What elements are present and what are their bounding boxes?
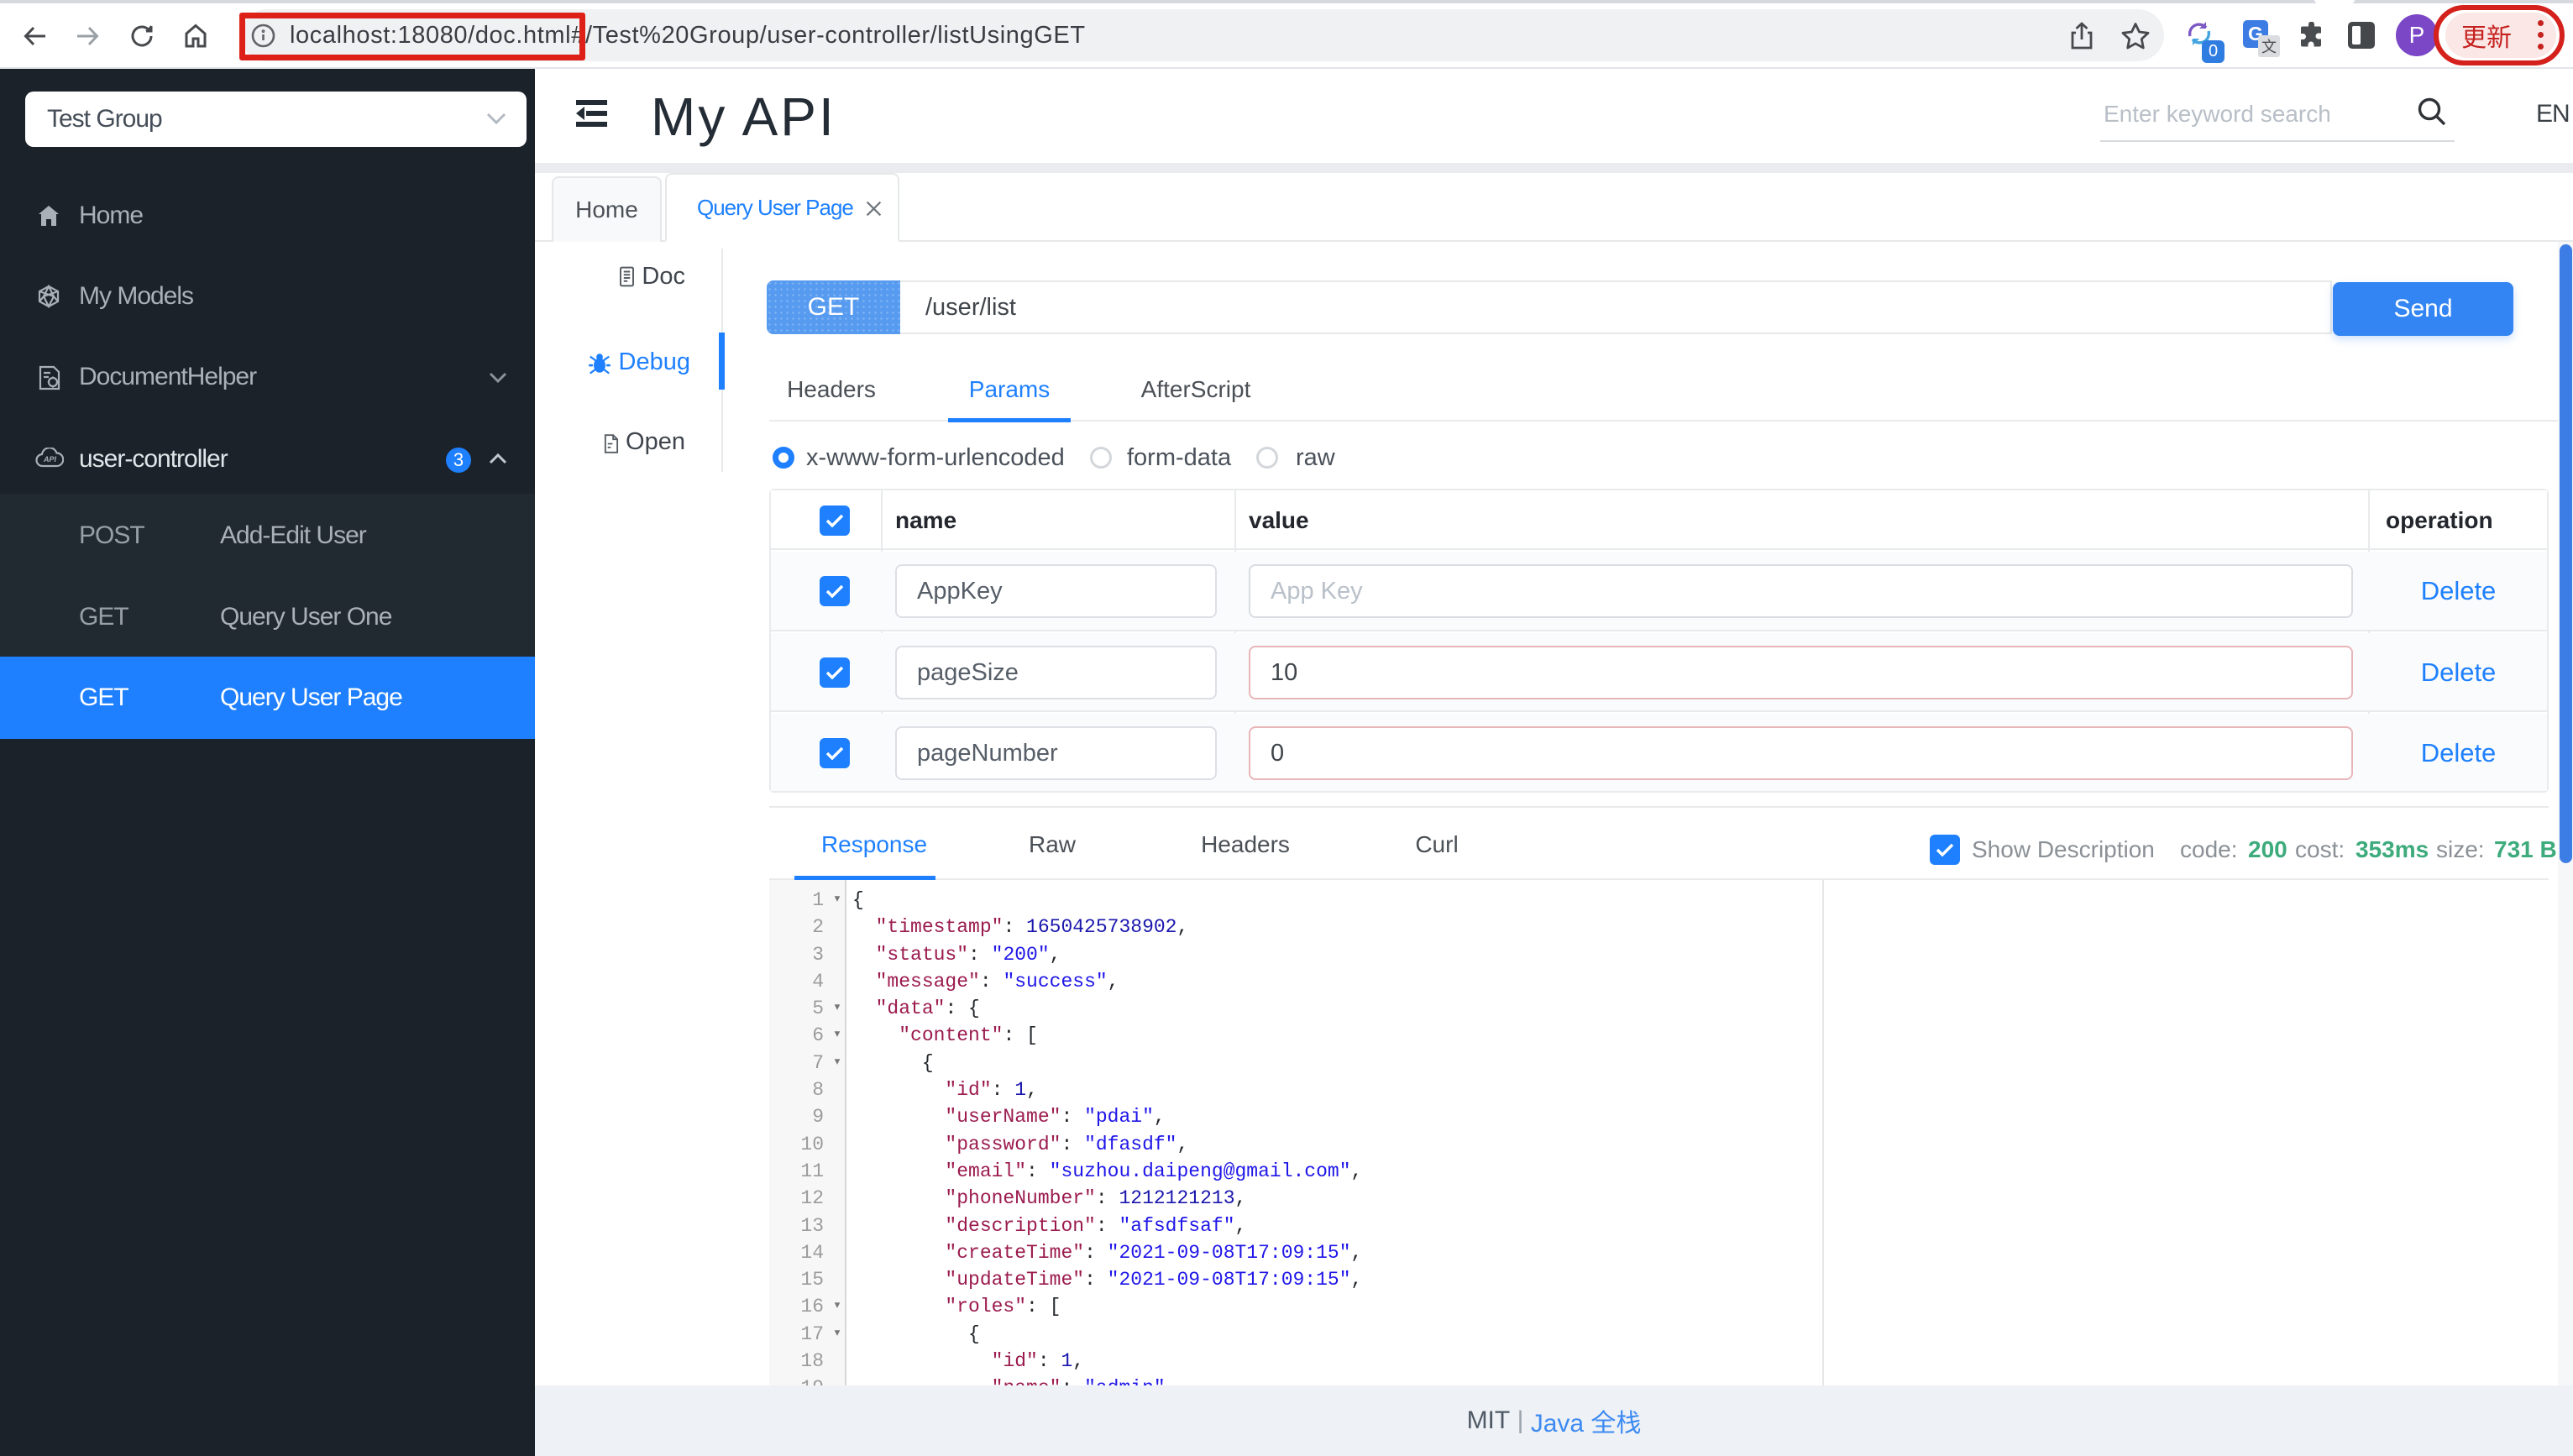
svg-text:API: API [43, 455, 57, 464]
